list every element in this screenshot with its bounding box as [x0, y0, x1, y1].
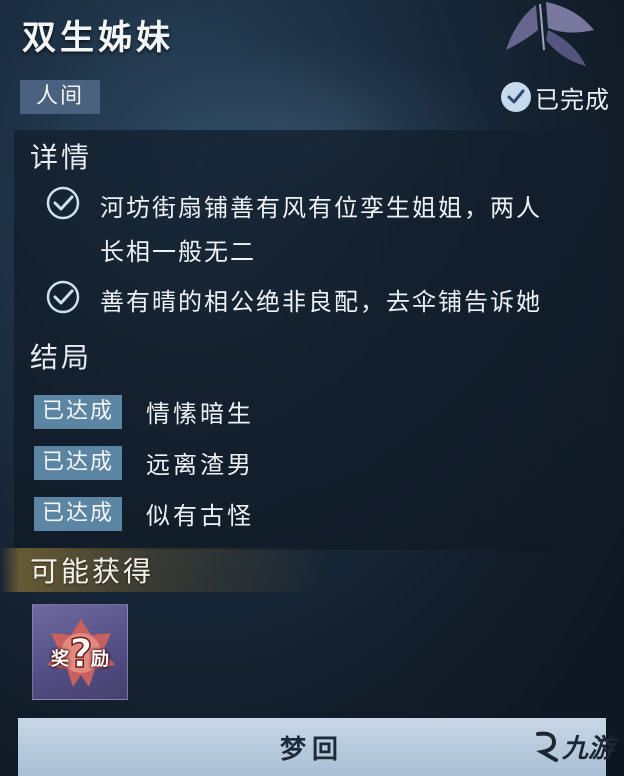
detail-text-line: 长相一般无二 [100, 238, 256, 266]
butterfly-emblem-icon [506, 2, 594, 66]
ending-row: 已达成 似有古怪 [34, 496, 254, 531]
ending-text: 似有古怪 [146, 502, 255, 530]
reward-heading: 可能获得 [30, 555, 155, 588]
svg-text:?: ? [69, 631, 92, 677]
detail-item: 善有晴的相公绝非良配，去伞铺告诉她 [44, 280, 542, 324]
watermark-logo-icon [535, 731, 558, 762]
details-heading: 详情 [30, 141, 93, 174]
reward-card[interactable]: ? 奖 励 [32, 604, 128, 700]
ending-row: 已达成 情愫暗生 [34, 394, 254, 429]
watermark-text: 九游 [561, 734, 614, 764]
detail-item: 河坊街扇铺善有风有位孪生姐姐，两人 长相一般无二 [44, 186, 542, 274]
achieved-badge: 已达成 [34, 394, 123, 429]
check-circle-icon [46, 186, 80, 220]
detail-text-line: 河坊街扇铺善有风有位孪生姐姐，两人 [100, 194, 542, 222]
check-circle-icon [501, 82, 531, 112]
quest-title: 双生姊妹 [22, 18, 174, 58]
reward-question-icon: ? [47, 619, 115, 687]
check-circle-icon [46, 280, 80, 314]
detail-text-line: 善有晴的相公绝非良配，去伞铺告诉她 [100, 288, 542, 316]
completion-status: 已完成 [501, 80, 610, 114]
achieved-badge: 已达成 [34, 496, 123, 531]
completion-status-label: 已完成 [535, 85, 610, 114]
watermark: 九游 [532, 728, 614, 765]
ending-text: 远离渣男 [146, 451, 255, 479]
ending-text: 情愫暗生 [146, 400, 255, 428]
reward-label-char: 励 [91, 649, 109, 670]
ending-row: 已达成 远离渣男 [34, 445, 254, 480]
endings-heading: 结局 [30, 341, 93, 374]
dream-return-button[interactable]: 梦回 [18, 718, 606, 776]
reward-label-char: 奖 [51, 649, 69, 670]
dream-return-button-label: 梦回 [279, 734, 344, 765]
achieved-badge: 已达成 [34, 445, 123, 480]
region-tag: 人间 [20, 80, 101, 114]
